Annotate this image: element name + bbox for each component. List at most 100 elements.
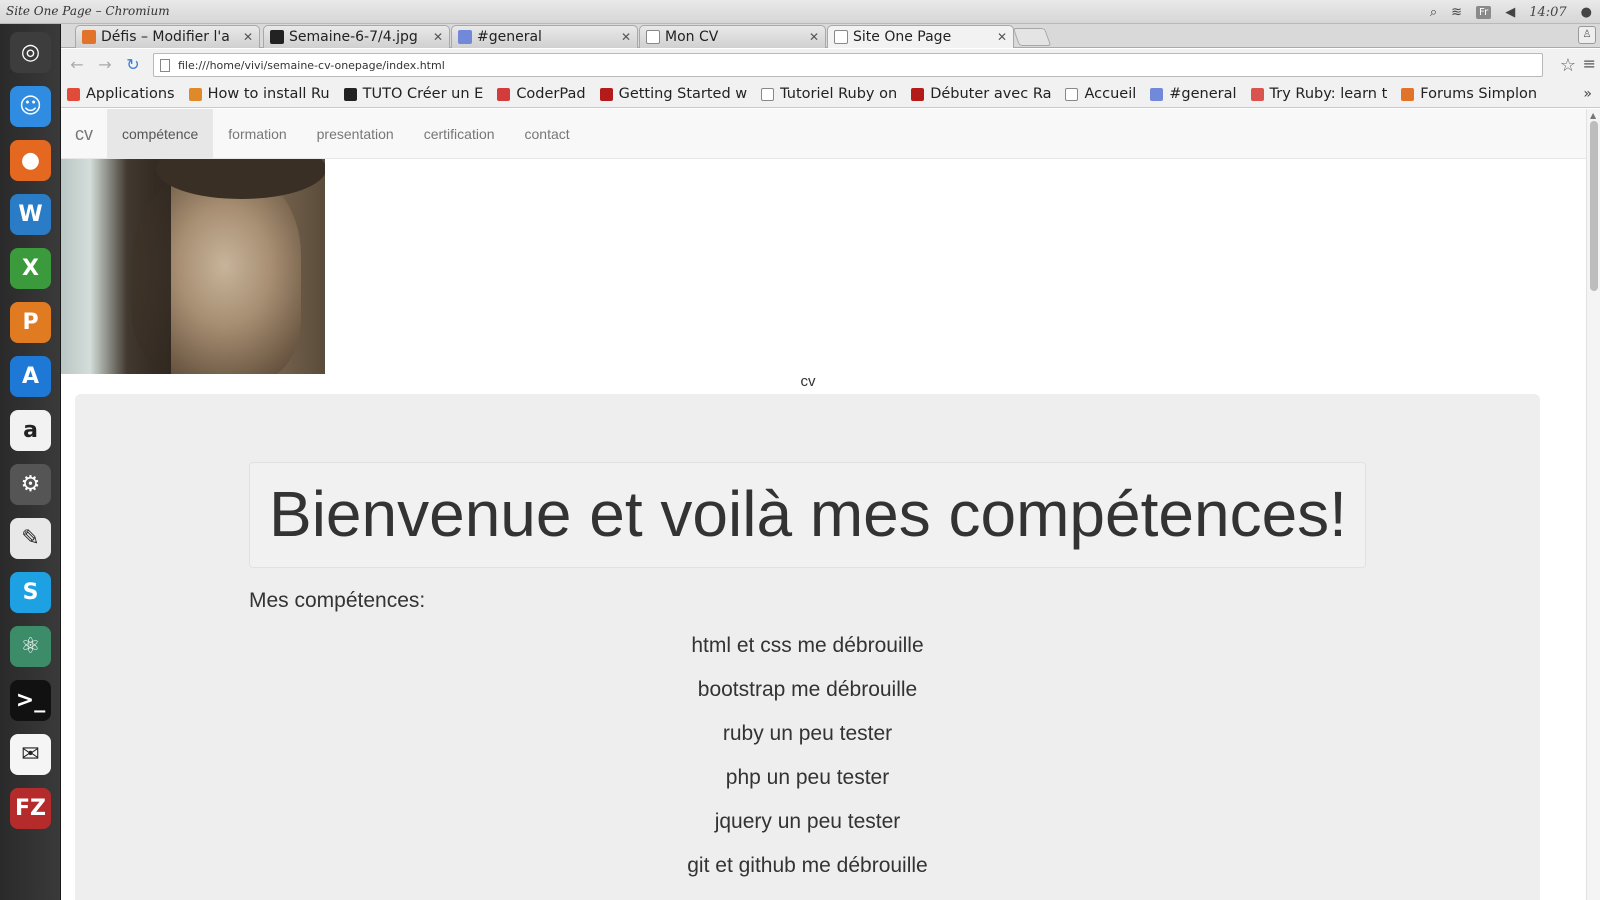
hair-shape (91, 159, 171, 374)
app-store-icon[interactable]: A (10, 356, 51, 397)
url-text[interactable]: file:///home/vivi/semaine-cv-onepage/ind… (178, 59, 445, 72)
tab-label: Site One Page (853, 29, 952, 45)
new-tab-button[interactable] (1012, 28, 1052, 46)
github-icon (270, 30, 284, 44)
nav-link-competence[interactable]: compétence (107, 109, 214, 158)
bookmark-favicon-icon (911, 87, 925, 101)
tab-label: #general (477, 29, 542, 45)
scroll-up-icon[interactable]: ▲ (1590, 111, 1596, 120)
clock[interactable]: 14:07 (1529, 5, 1566, 20)
bookmark-item[interactable]: Accueil (1065, 86, 1136, 102)
firefox-icon[interactable]: ● (10, 140, 51, 181)
volume-icon[interactable]: ◀ (1505, 5, 1515, 20)
bookmark-item[interactable]: How to install Ru (188, 86, 330, 102)
bookmark-label: Getting Started w (618, 86, 748, 102)
bookmark-favicon-icon (343, 87, 357, 101)
forward-icon[interactable]: → (95, 55, 115, 75)
back-icon[interactable]: ← (67, 55, 87, 75)
nav-link-contact[interactable]: contact (510, 109, 585, 158)
tab-defis[interactable]: Défis – Modifier l'a ✕ (75, 25, 260, 48)
bookmarks-overflow-button[interactable]: » (1583, 86, 1592, 102)
tab-general[interactable]: #general ✕ (451, 25, 638, 48)
menu-icon[interactable]: ≡ (1583, 54, 1596, 73)
close-tab-icon[interactable]: ✕ (809, 30, 819, 44)
bookmark-favicon-icon (67, 87, 80, 101)
filezilla-icon[interactable]: FZ (10, 788, 51, 829)
system-tray: ⌕ ≋ Fr ◀ 14:07 ● (1430, 0, 1600, 24)
search-icon[interactable]: ⌕ (1430, 5, 1437, 20)
profile-icon[interactable]: ♙ (1578, 26, 1596, 44)
discord-icon (458, 30, 472, 44)
bookmark-item[interactable]: Tutoriel Ruby on (761, 86, 897, 102)
navbar-brand[interactable]: cv (61, 109, 107, 158)
bookmark-label: Accueil (1084, 86, 1137, 102)
close-tab-icon[interactable]: ✕ (621, 30, 631, 44)
bookmark-item[interactable]: TUTO Créer un E (343, 86, 484, 102)
bookmark-label: Tutoriel Ruby on (780, 86, 898, 102)
calc-icon[interactable]: X (10, 248, 51, 289)
photo-caption: cv (800, 373, 816, 390)
settings-icon[interactable]: ⚙ (10, 464, 51, 505)
power-menu-icon[interactable]: ● (1581, 5, 1592, 20)
window-title: Site One Page – Chromium (6, 4, 170, 18)
close-tab-icon[interactable]: ✕ (243, 30, 253, 44)
writer-icon[interactable]: W (10, 194, 51, 235)
bookmark-label: #general (1169, 86, 1237, 102)
bookmark-item[interactable]: Try Ruby: learn t (1250, 86, 1388, 102)
browser-window: Défis – Modifier l'a ✕ Semaine-6-7/4.jpg… (61, 24, 1600, 900)
bookmark-favicon-icon (1401, 87, 1415, 101)
skype-icon[interactable]: S (10, 572, 51, 613)
terminal-icon[interactable]: >_ (10, 680, 51, 721)
address-bar[interactable]: file:///home/vivi/semaine-cv-onepage/ind… (153, 53, 1543, 77)
site-navbar: cv compétence formation presentation cer… (61, 109, 1586, 159)
keyboard-layout-indicator[interactable]: Fr (1476, 5, 1492, 19)
finder-icon[interactable]: ☺ (10, 86, 51, 127)
close-tab-icon[interactable]: ✕ (433, 30, 443, 44)
bookmark-item[interactable]: #general (1150, 86, 1237, 102)
competences-section: Bienvenue et voilà mes compétences! Mes … (75, 394, 1540, 900)
atom-icon[interactable]: ⚛ (10, 626, 51, 667)
close-tab-icon[interactable]: ✕ (997, 30, 1007, 44)
bookmark-item[interactable]: Applications (67, 86, 175, 102)
page-icon (834, 30, 848, 44)
bookmark-favicon-icon (1250, 87, 1264, 101)
mail-icon[interactable]: ✉ (10, 734, 51, 775)
bookmark-item[interactable]: Getting Started w (599, 86, 748, 102)
reload-icon[interactable]: ↻ (123, 55, 143, 75)
page-scrollbar[interactable]: ▲ (1586, 109, 1600, 900)
skill-item: bootstrap me débrouille (697, 678, 918, 701)
tab-mon-cv[interactable]: Mon CV ✕ (639, 25, 826, 48)
tab-site-one-page[interactable]: Site One Page ✕ (827, 25, 1014, 48)
text-editor-icon[interactable]: ✎ (10, 518, 51, 559)
skills-title: Mes compétences: (249, 589, 426, 612)
tab-strip: Défis – Modifier l'a ✕ Semaine-6-7/4.jpg… (61, 24, 1600, 48)
page-heading: Bienvenue et voilà mes compétences! (269, 478, 1347, 550)
impress-icon[interactable]: P (10, 302, 51, 343)
bookmark-label: TUTO Créer un E (362, 86, 484, 102)
web-page: cv compétence formation presentation cer… (61, 109, 1586, 900)
bookmark-favicon-icon (1065, 87, 1079, 101)
bookmarks-bar: Applications How to install Ru TUTO Créer … (61, 81, 1600, 108)
wifi-icon[interactable]: ≋ (1451, 5, 1462, 20)
nav-link-certification[interactable]: certification (409, 109, 510, 158)
bookmark-label: Forums Simplon (1420, 86, 1538, 102)
bookmark-item[interactable]: CoderPad (497, 86, 586, 102)
bookmark-label: Try Ruby: learn t (1269, 86, 1388, 102)
skill-item: git et github me débrouille (687, 854, 928, 877)
nav-link-formation[interactable]: formation (213, 109, 301, 158)
tab-semaine-image[interactable]: Semaine-6-7/4.jpg ✕ (263, 25, 450, 48)
launcher: ◎ ☺ ● W X P Aa ⚙ ✎ S ⚛ >_ ✉ FZ (0, 24, 61, 900)
nav-link-presentation[interactable]: presentation (302, 109, 409, 158)
scrollbar-thumb[interactable] (1590, 121, 1598, 291)
skill-item: php un peu tester (725, 766, 890, 789)
page-icon (646, 30, 660, 44)
page-icon (160, 58, 170, 72)
bookmark-star-icon[interactable]: ☆ (1560, 55, 1576, 76)
tab-label: Mon CV (665, 29, 719, 45)
amazon-icon[interactable]: a (10, 410, 51, 451)
bookmark-favicon-icon (497, 87, 511, 101)
ubuntu-dash-icon[interactable]: ◎ (10, 32, 51, 73)
bookmark-item[interactable]: Forums Simplon (1401, 86, 1537, 102)
bookmark-label: Débuter avec Ra (930, 86, 1052, 102)
bookmark-item[interactable]: Débuter avec Ra (911, 86, 1051, 102)
